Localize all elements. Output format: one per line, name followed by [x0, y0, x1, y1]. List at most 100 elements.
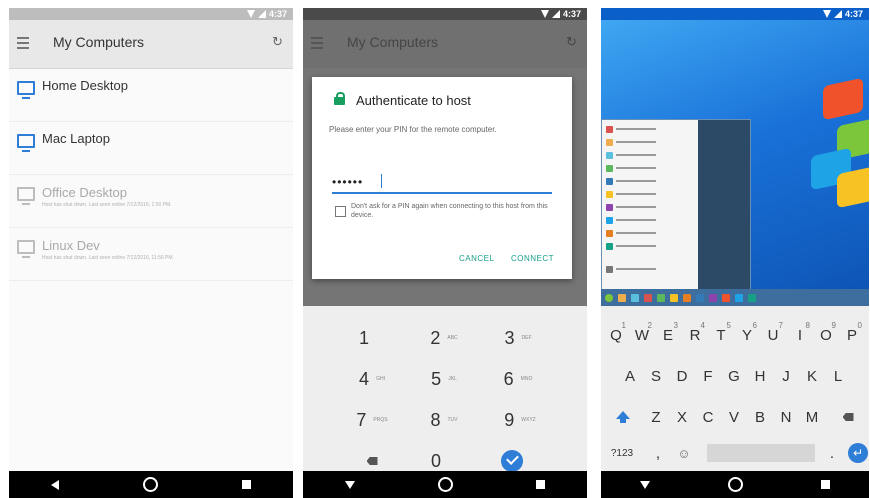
refresh-icon[interactable]: ↻ [272, 34, 283, 50]
computer-name: Mac Laptop [42, 131, 110, 146]
nav-bar [303, 471, 587, 498]
hamburger-menu-icon[interactable] [17, 37, 29, 49]
taskbar-app-icon[interactable] [735, 293, 743, 302]
home-icon[interactable] [728, 477, 743, 492]
start-button-icon[interactable] [605, 293, 613, 302]
status-time: 4:37 [844, 9, 863, 19]
status-bar: 4:37 [601, 8, 869, 20]
home-icon[interactable] [143, 477, 158, 492]
computer-status: Host has shut down. Last seen online 7/1… [42, 202, 172, 208]
key-m[interactable]: M [799, 402, 825, 432]
key-l[interactable]: L [825, 361, 851, 391]
list-item-office-desktop[interactable]: Office Desktop Host has shut down. Last … [9, 175, 293, 228]
back-icon[interactable] [51, 479, 59, 490]
windows-logo-yellow [837, 165, 869, 209]
key-6[interactable]: 6 MNO [473, 361, 563, 397]
delete-key[interactable] [835, 402, 861, 432]
taskbar-app-icon[interactable] [722, 293, 730, 302]
comma-key[interactable]: , [645, 438, 671, 468]
dimmed-background: My Computers ↻ Authenticate to host Plea… [303, 20, 587, 306]
key-s[interactable]: S [643, 361, 669, 391]
taskbar-app-icon[interactable] [644, 293, 652, 302]
hide-keyboard-icon[interactable] [640, 480, 650, 489]
signal-icon [833, 10, 842, 18]
key-f[interactable]: F [695, 361, 721, 391]
key-r[interactable]: R4 [682, 320, 708, 350]
key-3[interactable]: 3 DEF [473, 320, 563, 356]
taskbar-app-icon[interactable] [618, 293, 626, 302]
shift-icon [616, 411, 630, 423]
start-menu[interactable] [601, 119, 751, 291]
monitor-icon [17, 187, 35, 205]
list-item-home-desktop[interactable]: Home Desktop [9, 69, 293, 122]
list-item-mac-laptop[interactable]: Mac Laptop [9, 122, 293, 175]
enter-key[interactable]: ↵ [845, 438, 869, 468]
key-n[interactable]: N [773, 402, 799, 432]
wifi-icon [822, 10, 831, 18]
taskbar-app-icon[interactable] [683, 293, 691, 302]
key-1[interactable]: 1 [319, 320, 409, 356]
recents-icon[interactable] [536, 480, 546, 489]
nav-bar [601, 471, 869, 498]
remember-pin-label: Don't ask for a PIN again when connectin… [351, 203, 548, 219]
list-item-linux-dev[interactable]: Linux Dev Host has shut down. Last seen … [9, 228, 293, 281]
computer-name: Office Desktop [42, 185, 128, 200]
key-w[interactable]: W2 [629, 320, 655, 350]
cancel-button[interactable]: CANCEL [459, 254, 494, 263]
taskbar-app-icon[interactable] [709, 293, 717, 302]
app-bar: My Computers ↻ [9, 20, 293, 69]
key-j[interactable]: J [773, 361, 799, 391]
key-h[interactable]: H [747, 361, 773, 391]
key-z[interactable]: Z [643, 402, 669, 432]
connect-button[interactable]: CONNECT [511, 254, 554, 263]
key-g[interactable]: G [721, 361, 747, 391]
dialog-title: Authenticate to host [356, 93, 471, 108]
key-o[interactable]: O9 [813, 320, 839, 350]
key-v[interactable]: V [721, 402, 747, 432]
key-p[interactable]: P0 [839, 320, 865, 350]
refresh-icon: ↻ [566, 34, 577, 49]
remember-pin-checkbox[interactable] [335, 206, 346, 217]
wifi-icon [540, 10, 549, 18]
key-x[interactable]: X [669, 402, 695, 432]
start-menu-right-pane [698, 120, 750, 290]
home-icon[interactable] [437, 477, 453, 492]
taskbar[interactable] [601, 289, 869, 306]
key-q[interactable]: Q1 [603, 320, 629, 350]
taskbar-app-icon[interactable] [748, 293, 756, 302]
taskbar-app-icon[interactable] [631, 293, 639, 302]
key-i[interactable]: I8 [787, 320, 813, 350]
taskbar-app-icon[interactable] [670, 293, 678, 302]
pin-input[interactable] [332, 172, 552, 194]
key-b[interactable]: B [747, 402, 773, 432]
recents-icon[interactable] [242, 480, 251, 489]
key-a[interactable]: A [617, 361, 643, 391]
key-d[interactable]: D [669, 361, 695, 391]
key-k[interactable]: K [799, 361, 825, 391]
key-u[interactable]: U7 [760, 320, 786, 350]
key-y[interactable]: Y6 [734, 320, 760, 350]
lock-icon [334, 92, 345, 105]
backspace-icon [842, 413, 854, 421]
recents-icon[interactable] [821, 480, 830, 489]
spacebar[interactable] [707, 444, 815, 462]
computer-status: Host has shut down. Last seen online 7/1… [42, 255, 174, 261]
emoji-icon[interactable]: ☺ [671, 438, 697, 468]
auth-dialog: Authenticate to host Please enter your P… [312, 77, 572, 279]
backspace-icon [366, 457, 378, 465]
hamburger-menu-icon [311, 37, 323, 49]
screen-my-computers: 4:37 My Computers ↻ Home Desktop Mac Lap… [9, 8, 293, 498]
key-9[interactable]: 9 WXYZ [475, 402, 565, 438]
key-t[interactable]: T5 [708, 320, 734, 350]
remote-desktop-view[interactable] [601, 20, 869, 306]
symbols-key[interactable]: ?123 [605, 438, 639, 468]
key-e[interactable]: E3 [655, 320, 681, 350]
period-key[interactable]: . [819, 438, 845, 468]
taskbar-app-icon[interactable] [696, 293, 704, 302]
status-time: 4:37 [562, 9, 581, 19]
key-c[interactable]: C [695, 402, 721, 432]
shift-key[interactable] [610, 402, 636, 432]
taskbar-app-icon[interactable] [657, 293, 665, 302]
status-bar: 4:37 [9, 8, 293, 20]
hide-keyboard-icon[interactable] [344, 480, 355, 489]
